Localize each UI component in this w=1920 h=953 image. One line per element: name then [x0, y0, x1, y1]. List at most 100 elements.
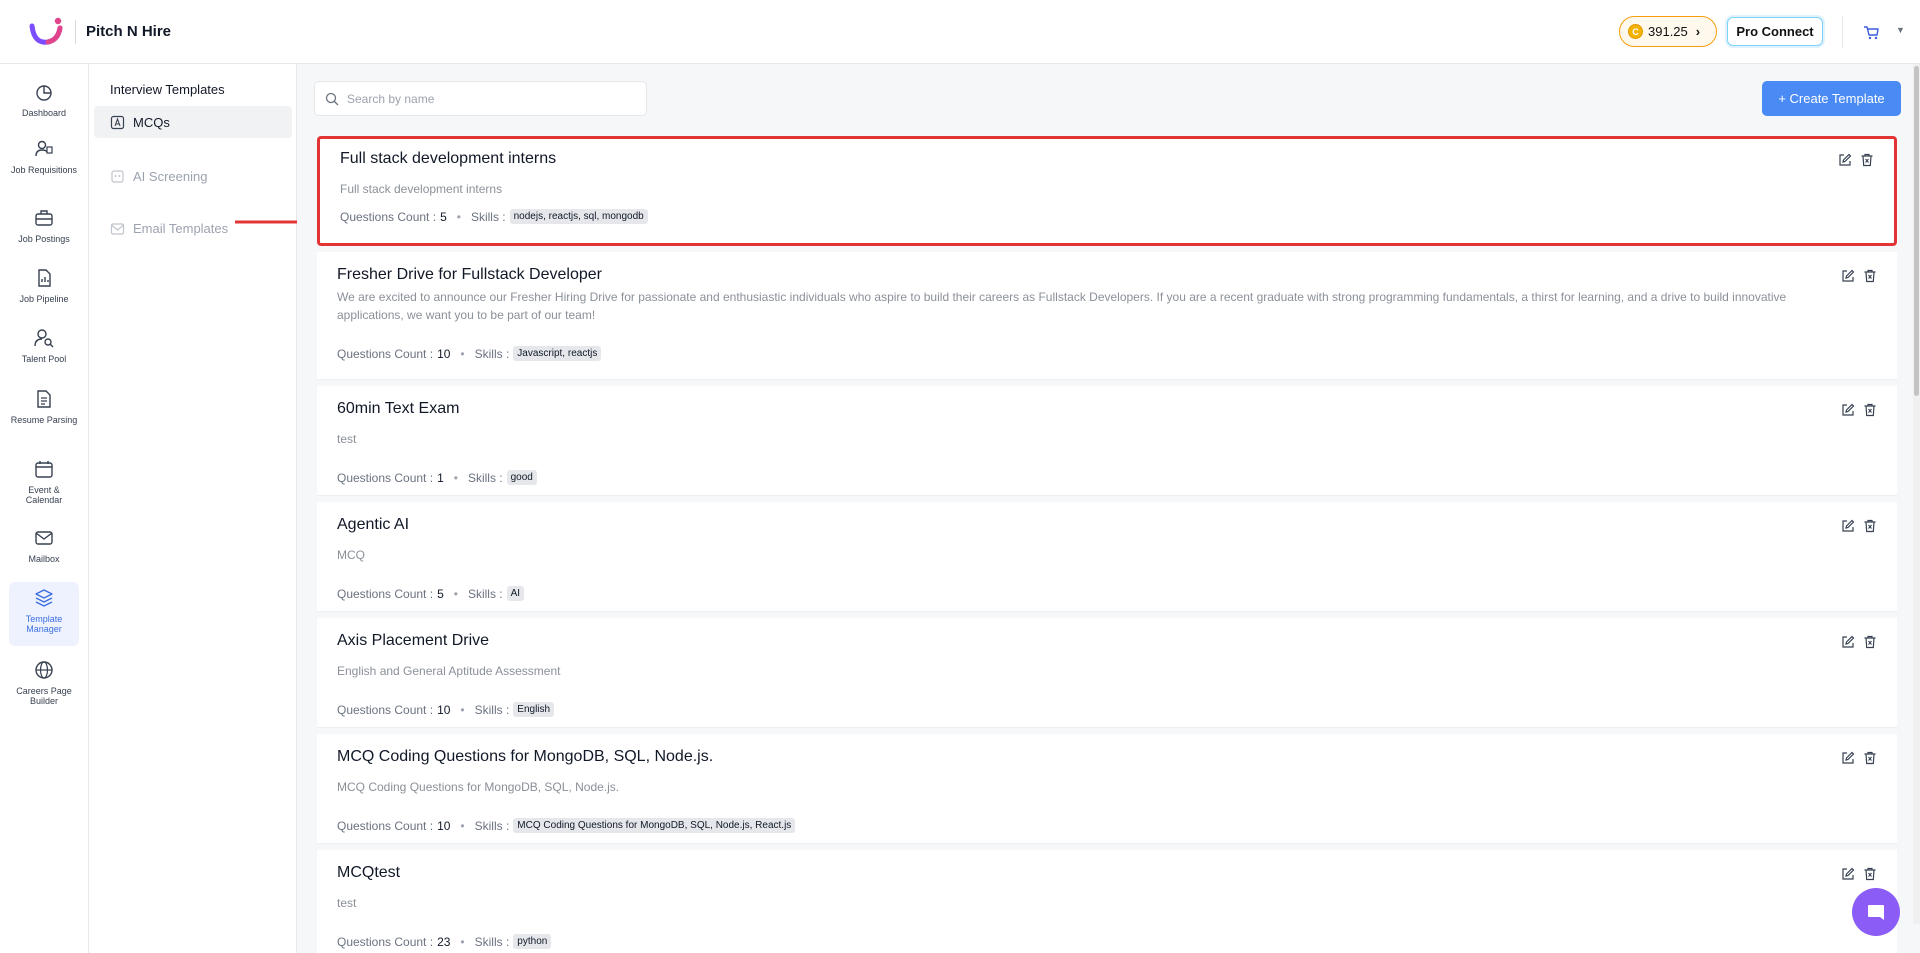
chat-button[interactable] — [1852, 888, 1900, 936]
meta-separator: • — [460, 702, 465, 717]
template-description: We are excited to announce our Fresher H… — [337, 290, 1787, 322]
template-meta: Questions Count :10 • Skills : MCQ Coding Q… — [337, 818, 796, 833]
top-header: Pitch N Hire C 391.25 › Pro Connect ▼ — [0, 0, 1920, 64]
nav-label: Job Postings — [18, 234, 70, 244]
template-card[interactable]: Axis Placement Drive English and General … — [317, 618, 1897, 728]
search-box[interactable] — [314, 81, 647, 116]
delete-icon[interactable] — [1863, 519, 1877, 533]
coin-icon: C — [1628, 24, 1643, 39]
template-title[interactable]: Full stack development interns — [340, 150, 556, 168]
job-requisitions-icon — [35, 140, 53, 157]
coin-balance-button[interactable]: C 391.25 › — [1619, 16, 1717, 47]
skills-label: Skills : — [470, 209, 506, 224]
delete-icon[interactable] — [1863, 867, 1877, 881]
edit-icon[interactable] — [1841, 751, 1855, 765]
edit-icon[interactable] — [1841, 867, 1855, 881]
skills-tag: Javascript, reactjs — [513, 346, 602, 361]
edit-icon[interactable] — [1841, 519, 1855, 533]
template-card[interactable]: Fresher Drive for Fullstack Developer We … — [317, 252, 1897, 380]
questions-count-label: Questions Count : — [337, 470, 434, 485]
subnav-title: Interview Templates — [110, 82, 225, 97]
template-card[interactable]: MCQ Coding Questions for MongoDB, SQL, N… — [317, 734, 1897, 844]
questions-count-label: Questions Count : — [337, 586, 434, 601]
template-description: test — [337, 896, 357, 910]
pitchnhire-logo-icon[interactable] — [28, 16, 64, 48]
questions-count-label: Questions Count : — [340, 209, 437, 224]
edit-icon[interactable] — [1838, 153, 1852, 167]
nav-label: Job Pipeline — [19, 294, 69, 304]
template-title[interactable]: Axis Placement Drive — [337, 632, 489, 650]
delete-icon[interactable] — [1863, 403, 1877, 417]
delete-icon[interactable] — [1863, 751, 1877, 765]
brand-name: Pitch N Hire — [86, 23, 172, 40]
skills-tag: English — [513, 702, 555, 717]
template-actions — [1841, 269, 1877, 283]
nav-careers-page-builder[interactable]: Careers Page Builder — [9, 654, 79, 706]
pro-connect-button[interactable]: Pro Connect — [1727, 17, 1823, 46]
edit-icon[interactable] — [1841, 269, 1855, 283]
template-title[interactable]: Fresher Drive for Fullstack Developer — [337, 266, 602, 284]
template-title[interactable]: MCQtest — [337, 864, 400, 882]
skills-label: Skills : — [474, 346, 510, 361]
create-template-button[interactable]: + Create Template — [1762, 81, 1901, 116]
talent-icon — [34, 329, 54, 348]
nav-label: Resume Parsing — [10, 415, 78, 425]
nav-resume-parsing[interactable]: Resume Parsing — [9, 383, 79, 425]
email-template-icon — [110, 222, 125, 235]
subnav-item-label: AI Screening — [133, 168, 208, 184]
template-card[interactable]: MCQtest test Questions Count :23 • Skills :p… — [317, 850, 1897, 953]
template-description: MCQ — [337, 548, 365, 562]
nav-job-requisitions[interactable]: Job Requisitions — [9, 133, 79, 175]
skills-tag: nodejs, reactjs, sql, mongodb — [509, 209, 648, 224]
subnav-item-label: MCQs — [133, 114, 170, 130]
skills-tag: good — [506, 470, 537, 485]
subnav-item-ai-screening[interactable]: AI Screening — [94, 160, 292, 192]
resume-icon — [37, 390, 51, 408]
nav-dashboard[interactable]: Dashboard — [9, 76, 79, 118]
questions-count-label: Questions Count : — [337, 346, 434, 361]
search-input[interactable] — [347, 91, 637, 106]
meta-separator: • — [460, 818, 465, 833]
delete-icon[interactable] — [1860, 153, 1874, 167]
nav-label: Mailbox — [28, 554, 60, 564]
delete-icon[interactable] — [1863, 269, 1877, 283]
template-title[interactable]: Agentic AI — [337, 516, 409, 534]
subnav-item-mcqs[interactable]: MCQs — [94, 106, 292, 138]
template-title[interactable]: MCQ Coding Questions for MongoDB, SQL, N… — [337, 748, 713, 766]
nav-mailbox[interactable]: Mailbox — [9, 522, 79, 564]
template-meta: Questions Count :5 • Skills : AI — [337, 586, 525, 601]
template-description: English and General Aptitude Assessment — [337, 664, 561, 678]
nav-job-postings[interactable]: Job Postings — [9, 202, 79, 244]
template-meta: Questions Count :1 • Skills : good — [337, 470, 537, 485]
template-description: MCQ Coding Questions for MongoDB, SQL, N… — [337, 780, 620, 794]
template-actions — [1841, 751, 1877, 765]
brand-divider — [75, 20, 76, 44]
nav-event-calendar[interactable]: Event & Calendar — [9, 453, 79, 505]
delete-icon[interactable] — [1863, 635, 1877, 649]
template-actions — [1841, 403, 1877, 417]
globe-icon — [35, 661, 53, 679]
nav-job-pipeline[interactable]: Job Pipeline — [9, 262, 79, 304]
user-avatar-icon[interactable] — [1862, 23, 1880, 41]
chevron-down-icon[interactable]: ▼ — [1896, 25, 1905, 35]
nav-talent-pool[interactable]: Talent Pool — [9, 322, 79, 364]
edit-icon[interactable] — [1841, 635, 1855, 649]
questions-count-value: 10 — [437, 702, 451, 717]
scrollbar-thumb[interactable] — [1914, 66, 1919, 396]
template-card[interactable]: Full stack development interns Full stack… — [317, 136, 1897, 246]
template-card[interactable]: Agentic AI MCQ Questions Count :5 • Skills :… — [317, 502, 1897, 612]
nav-label: Dashboard — [21, 108, 67, 118]
nav-template-manager[interactable]: Template Manager — [9, 582, 79, 646]
template-actions — [1841, 867, 1877, 881]
template-description: test — [337, 432, 357, 446]
edit-icon[interactable] — [1841, 403, 1855, 417]
search-icon — [325, 92, 339, 105]
questions-count-value: 5 — [437, 586, 444, 601]
template-card[interactable]: 60min Text Exam test Questions Count :1 • Sk… — [317, 386, 1897, 496]
skills-tag: MCQ Coding Questions for MongoDB, SQL, N… — [513, 818, 796, 833]
skills-tag: AI — [506, 586, 525, 601]
template-meta: Questions Count :5 • Skills : nodejs, react… — [340, 209, 648, 224]
template-title[interactable]: 60min Text Exam — [337, 400, 459, 418]
questions-count-label: Questions Count : — [337, 934, 434, 949]
meta-separator: • — [460, 346, 465, 361]
